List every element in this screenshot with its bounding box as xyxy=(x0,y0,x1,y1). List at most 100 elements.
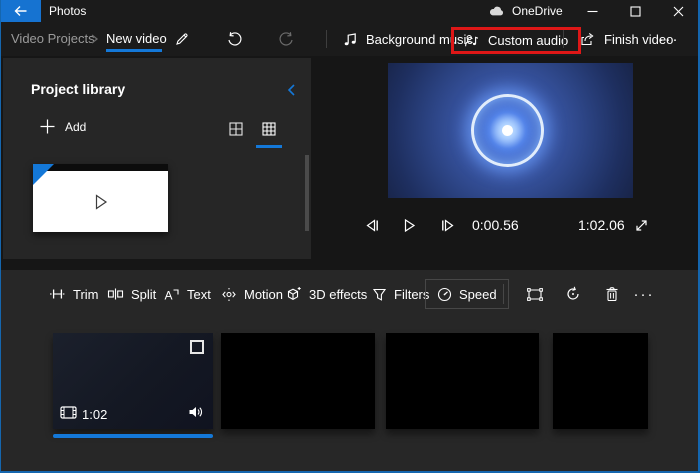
resize-frame-icon xyxy=(526,287,544,302)
video-clip-icon xyxy=(60,406,77,419)
preview-glow-core xyxy=(502,125,513,136)
trim-icon xyxy=(49,287,66,301)
3d-effects-icon xyxy=(286,286,302,302)
grid-3x3-icon xyxy=(261,121,277,137)
large-grid-view-button[interactable] xyxy=(225,118,247,140)
total-time-label: 1:02.06 xyxy=(578,217,625,233)
onedrive-label: OneDrive xyxy=(512,4,563,18)
custom-audio-icon xyxy=(464,33,480,49)
custom-audio-label: Custom audio xyxy=(488,33,568,48)
motion-icon xyxy=(221,287,237,302)
close-button[interactable] xyxy=(657,0,700,22)
motion-label: Motion xyxy=(244,287,283,302)
trash-icon xyxy=(605,286,619,302)
previous-frame-button[interactable] xyxy=(359,212,385,238)
expand-icon xyxy=(634,218,649,233)
library-video-thumbnail[interactable] xyxy=(33,164,168,232)
music-note-icon xyxy=(343,31,358,47)
3d-effects-button[interactable]: 3D effects xyxy=(286,279,367,309)
speed-button[interactable]: Speed xyxy=(425,279,509,309)
speed-label: Speed xyxy=(459,287,497,302)
photos-app-window: Photos OneDrive Video Projects New video xyxy=(0,0,700,473)
minimize-button[interactable] xyxy=(571,0,614,22)
project-library-panel: Project library Add xyxy=(3,58,311,259)
clip-checkbox[interactable] xyxy=(190,340,204,354)
grid-2x2-icon xyxy=(228,121,244,137)
text-label: Text xyxy=(187,287,211,302)
ellipsis-icon: ··· xyxy=(659,31,680,48)
3d-effects-label: 3D effects xyxy=(309,287,367,302)
back-arrow-icon xyxy=(13,3,29,19)
split-label: Split xyxy=(131,287,156,302)
library-scrollbar[interactable] xyxy=(305,155,309,231)
timeline-clip-1[interactable]: 1:02 xyxy=(53,333,213,429)
next-frame-button[interactable] xyxy=(434,212,460,238)
pencil-icon xyxy=(174,31,190,47)
ellipsis-icon: ··· xyxy=(634,286,655,303)
timeline-more-button[interactable]: ··· xyxy=(630,279,658,309)
add-media-button[interactable]: Add xyxy=(39,118,86,135)
text-icon: A xyxy=(164,287,180,302)
redo-button[interactable] xyxy=(271,26,301,52)
back-button[interactable] xyxy=(0,0,41,22)
undo-button[interactable] xyxy=(219,26,249,52)
timeline-clip-4[interactable] xyxy=(553,333,648,429)
toolbar-separator xyxy=(326,30,327,48)
maximize-button[interactable] xyxy=(614,0,657,22)
custom-audio-button[interactable]: Custom audio xyxy=(451,27,581,54)
playback-controls: 0:00.56 1:02.06 xyxy=(331,208,700,244)
window-controls xyxy=(571,0,700,22)
maximize-icon xyxy=(630,6,641,17)
text-button[interactable]: A Text xyxy=(164,279,211,309)
timeline-clip-2[interactable] xyxy=(221,333,375,429)
titlebar: Photos OneDrive xyxy=(0,0,700,22)
undo-icon xyxy=(226,31,243,47)
clip-meta: 1:02 xyxy=(53,405,213,423)
delete-button[interactable] xyxy=(598,279,626,309)
collapse-panel-button[interactable] xyxy=(281,80,301,100)
active-breadcrumb-underline xyxy=(106,49,162,52)
breadcrumb-chevron-icon xyxy=(89,33,99,45)
breadcrumb-video-projects[interactable]: Video Projects xyxy=(11,31,95,46)
split-button[interactable]: Split xyxy=(107,279,156,309)
timeline-section: Trim Split A Text Motion 3D effects xyxy=(1,270,700,471)
command-bar: Video Projects New video Background musi… xyxy=(1,22,700,56)
resize-button[interactable] xyxy=(521,279,549,309)
split-icon xyxy=(107,287,124,301)
rotate-icon xyxy=(565,286,581,302)
trim-label: Trim xyxy=(73,287,99,302)
filters-button[interactable]: Filters xyxy=(372,279,429,309)
previous-frame-icon xyxy=(364,218,381,233)
thumbnail-play-area xyxy=(33,171,168,232)
current-time-label: 0:00.56 xyxy=(472,217,519,233)
play-button[interactable] xyxy=(396,212,422,238)
redo-icon xyxy=(278,31,295,47)
plus-icon xyxy=(39,118,56,135)
chevron-left-icon xyxy=(286,83,297,97)
video-preview[interactable] xyxy=(388,63,633,198)
see-more-button[interactable]: ··· xyxy=(654,26,684,52)
toolbar-separator-2 xyxy=(563,30,564,48)
fullscreen-button[interactable] xyxy=(628,212,654,238)
onedrive-status[interactable]: OneDrive xyxy=(488,0,563,22)
svg-text:A: A xyxy=(165,288,173,302)
timeline-clip-3[interactable] xyxy=(386,333,539,429)
minimize-icon xyxy=(587,6,598,17)
close-icon xyxy=(673,6,684,17)
play-icon xyxy=(403,218,416,233)
play-outline-icon xyxy=(93,193,109,211)
export-icon xyxy=(579,31,596,47)
trim-button[interactable]: Trim xyxy=(49,279,99,309)
selected-clip-indicator xyxy=(53,434,213,438)
project-library-title: Project library xyxy=(31,81,125,97)
rename-button[interactable] xyxy=(167,26,197,52)
app-title: Photos xyxy=(49,0,86,22)
add-label: Add xyxy=(65,120,86,134)
motion-button[interactable]: Motion xyxy=(221,279,283,309)
filters-icon xyxy=(372,287,387,302)
next-frame-icon xyxy=(439,218,456,233)
speed-icon xyxy=(437,287,452,302)
small-grid-view-button[interactable] xyxy=(258,118,280,140)
breadcrumb-new-video[interactable]: New video xyxy=(106,31,167,46)
rotate-button[interactable] xyxy=(559,279,587,309)
